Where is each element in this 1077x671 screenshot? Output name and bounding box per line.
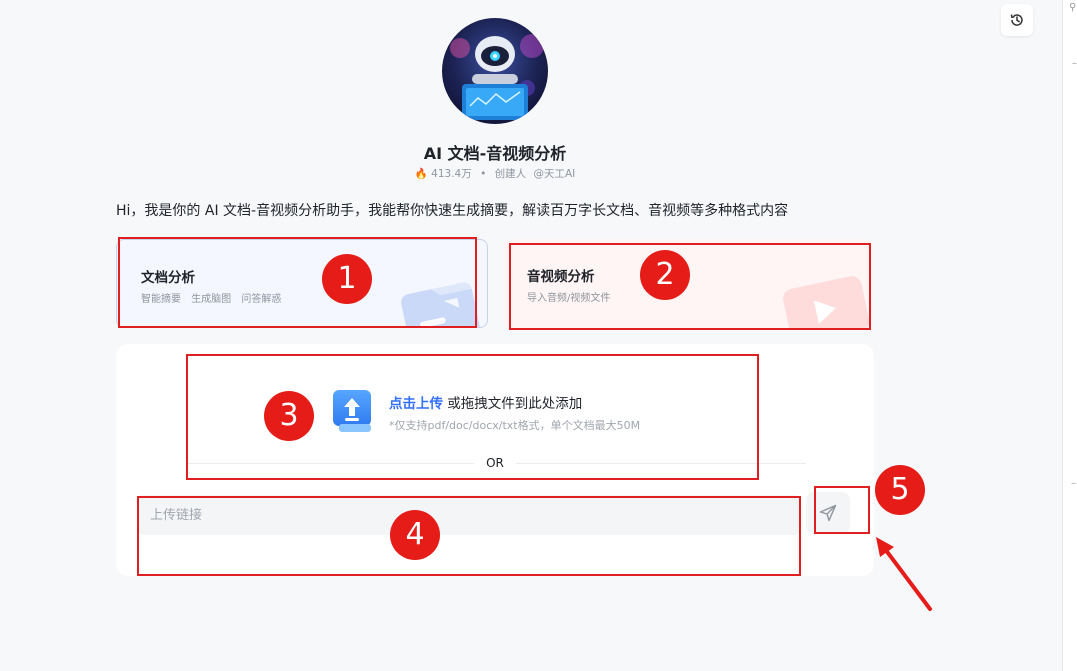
history-button[interactable] — [1001, 4, 1033, 36]
fire-icon: 🔥 — [414, 168, 428, 180]
annotation-number-3: 3 — [264, 391, 314, 441]
bot-meta: 🔥 413.4万 • 创建人 @天工AI — [0, 166, 990, 181]
annotation-number-4: 4 — [390, 510, 440, 560]
annotation-number-5: 5 — [875, 465, 925, 515]
annotation-box-2 — [509, 243, 871, 330]
bot-intro: Hi，我是你的 AI 文档-音视频分析助手，我能帮你快速生成摘要，解读百万字长文… — [116, 203, 789, 219]
annotation-arrow-icon — [876, 537, 932, 611]
annotation-box-4 — [137, 496, 801, 576]
bot-avatar — [442, 18, 548, 124]
search-icon[interactable]: ⚲ — [1069, 2, 1076, 13]
bot-title: AI 文档-音视频分析 — [423, 144, 567, 163]
history-icon — [1010, 14, 1023, 26]
side-tick-icon: – — [1072, 58, 1077, 69]
annotation-box-1 — [118, 237, 477, 328]
annotation-number-1: 1 — [322, 254, 372, 304]
creator-label: 创建人 — [494, 168, 527, 180]
meta-separator: • — [480, 168, 487, 180]
annotation-number-2: 2 — [640, 250, 690, 300]
side-tick-icon: – — [1071, 478, 1076, 489]
creator-name: @天工AI — [533, 168, 576, 180]
annotation-box-5 — [814, 486, 870, 534]
right-side-panel — [1062, 0, 1077, 671]
usage-count: 413.4万 — [431, 168, 472, 180]
